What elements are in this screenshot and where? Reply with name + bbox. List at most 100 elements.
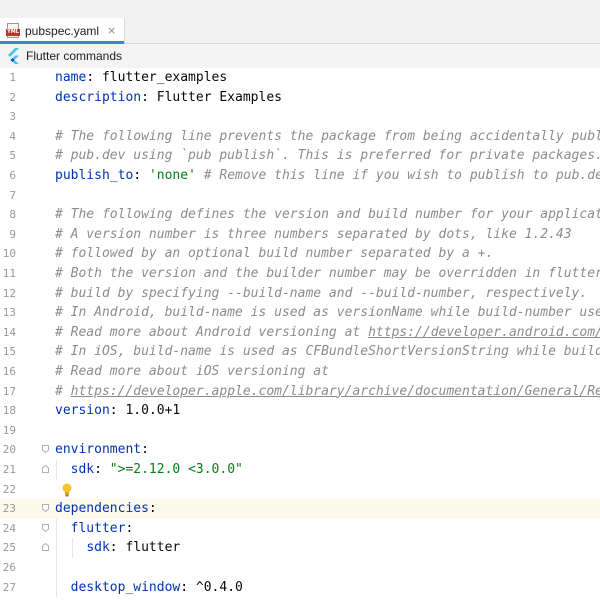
line-number: 23 [2,502,16,516]
comment: # pub.dev using `pub publish`. This is p… [55,148,600,164]
code-line[interactable]: 10 # followed by an optional build number… [0,244,600,264]
yaml-file-icon: YML [6,22,20,39]
code-token: : [148,501,157,517]
string-literal: 'none' [148,168,196,183]
flutter-commands-bar: Flutter commands [0,44,600,69]
code-line[interactable]: 17 # https://developer.apple.com/library/… [0,382,600,402]
comment: # Remove this line if you wish to publis… [195,168,600,183]
code-text: name: flutter_examples [55,68,227,88]
code-line[interactable]: 4 # The following line prevents the packa… [0,127,600,147]
line-number: 9 [9,227,16,241]
code-line[interactable]: 19 [0,421,600,441]
line-number: 6 [9,169,16,182]
comment[interactable]: https://developer.android.com/stu [368,325,600,340]
code-text: sdk: flutter [55,538,180,558]
code-line[interactable]: 2 description: Flutter Examples [0,88,600,108]
code-line[interactable]: 24 flutter: [0,519,600,539]
code-line[interactable]: 5 # pub.dev using `pub publish`. This is … [0,146,600,166]
code-token: : [133,168,149,183]
close-icon[interactable]: × [107,24,116,37]
code-line[interactable]: 7 [0,186,600,206]
code-line[interactable]: 11 # Both the version and the builder num… [0,264,600,284]
code-token: : [125,520,134,536]
code-text: desktop_window: ^0.4.0 [55,578,243,598]
string-literal: ">=2.12.0 <3.0.0" [109,462,243,477]
code-line[interactable]: 8 # The following defines the version and… [0,205,600,225]
fold-end-icon[interactable] [42,543,49,552]
line-number: 24 [2,521,16,535]
code-text: # followed by an optional build number s… [55,244,493,264]
code-text: # Both the version and the builder numbe… [55,264,600,284]
code-token: : [94,462,110,477]
indent-guide [56,460,57,480]
code-text: environment: [55,440,149,460]
comment: # Both the version and the builder numbe… [55,266,600,281]
code-line[interactable]: 3 [0,107,600,127]
code-line[interactable]: 18 version: 1.0.0+1 [0,401,600,421]
code-line[interactable]: 23 dependencies: [0,499,600,519]
tab-pubspec-yaml[interactable]: YML pubspec.yaml × [0,18,126,44]
code-line[interactable]: 25 sdk: flutter [0,538,600,558]
code-text: # Read more about Android versioning at … [55,323,600,343]
code-text: sdk: ">=2.12.0 <3.0.0" [55,460,243,480]
line-number: 11 [2,267,16,280]
line-number: 7 [9,188,16,202]
code-line[interactable]: 9 # A version number is three numbers sep… [0,225,600,245]
yaml-key: flutter [70,520,126,536]
line-number: 5 [9,149,16,163]
code-token: : 1.0.0+1 [109,403,181,419]
yaml-key: environment [55,442,142,458]
code-editor[interactable]: 1 name: flutter_examples 2 description: Flu… [0,68,600,600]
code-line[interactable]: 27 desktop_window: ^0.4.0 [0,578,600,598]
code-line[interactable]: 12 # build by specifying --build-name and… [0,284,600,304]
code-text: # In iOS, build-name is used as CFBundle… [55,342,600,362]
tab-label: pubspec.yaml [25,23,100,38]
comment: # A version number is three numbers sepa… [55,226,572,242]
comment: # build by specifying --build-name and -… [55,285,588,301]
code-line[interactable]: 22 [0,480,600,500]
code-line[interactable]: 14 # Read more about Android versioning a… [0,323,600,343]
fold-open-icon[interactable] [42,523,49,532]
line-number: 27 [2,580,16,594]
code-line[interactable]: 21 sdk: ">=2.12.0 <3.0.0" [0,460,600,480]
yaml-key: description [55,89,142,105]
line-number: 3 [9,110,16,124]
yaml-key: name [55,70,87,85]
line-number: 18 [2,404,16,418]
yaml-key: publish_to [55,168,134,183]
line-number: 2 [9,90,16,104]
line-number: 16 [2,365,16,378]
code-text: # build by specifying --build-name and -… [55,284,587,304]
code-text: # In Android, build-name is used as vers… [55,303,600,323]
code-text: dependencies: [55,499,157,519]
line-number: 20 [2,443,16,457]
line-number: 21 [2,463,16,476]
code-token: : flutter_examples [86,70,228,85]
comment: # In Android, build-name is used as vers… [55,305,600,321]
comment: # The following line prevents the packag… [55,128,600,144]
code-text: # https://developer.apple.com/library/ar… [55,382,600,402]
code-line[interactable]: 6 publish_to: 'none' # Remove this line i… [0,166,600,186]
code-line[interactable]: 16 # Read more about iOS versioning at [0,362,600,382]
line-number: 25 [2,541,16,555]
yaml-key: sdk [86,540,110,556]
line-number: 4 [9,129,16,143]
editor-tab-bar: YML pubspec.yaml × [0,18,600,44]
code-token: : [141,442,149,458]
code-line[interactable]: 26 [0,558,600,578]
fold-open-icon[interactable] [42,445,49,454]
comment[interactable]: https://developer.apple.com/library/arch… [71,384,600,399]
code-line[interactable]: 13 # In Android, build-name is used as ve… [0,303,600,323]
code-line[interactable]: 15 # In iOS, build-name is used as CFBund… [0,342,600,362]
lightbulb-icon[interactable] [61,483,73,497]
line-number: 26 [2,561,16,574]
flutter-commands-link[interactable]: Flutter commands [26,49,122,63]
line-number: 10 [2,247,16,261]
code-line[interactable]: 20 environment: [0,440,600,460]
line-number: 22 [2,482,16,496]
line-number: 12 [2,286,16,300]
code-line[interactable]: 1 name: flutter_examples [0,68,600,88]
yaml-key: dependencies [55,501,149,517]
fold-end-icon[interactable] [42,465,49,473]
fold-open-icon[interactable] [42,504,49,513]
